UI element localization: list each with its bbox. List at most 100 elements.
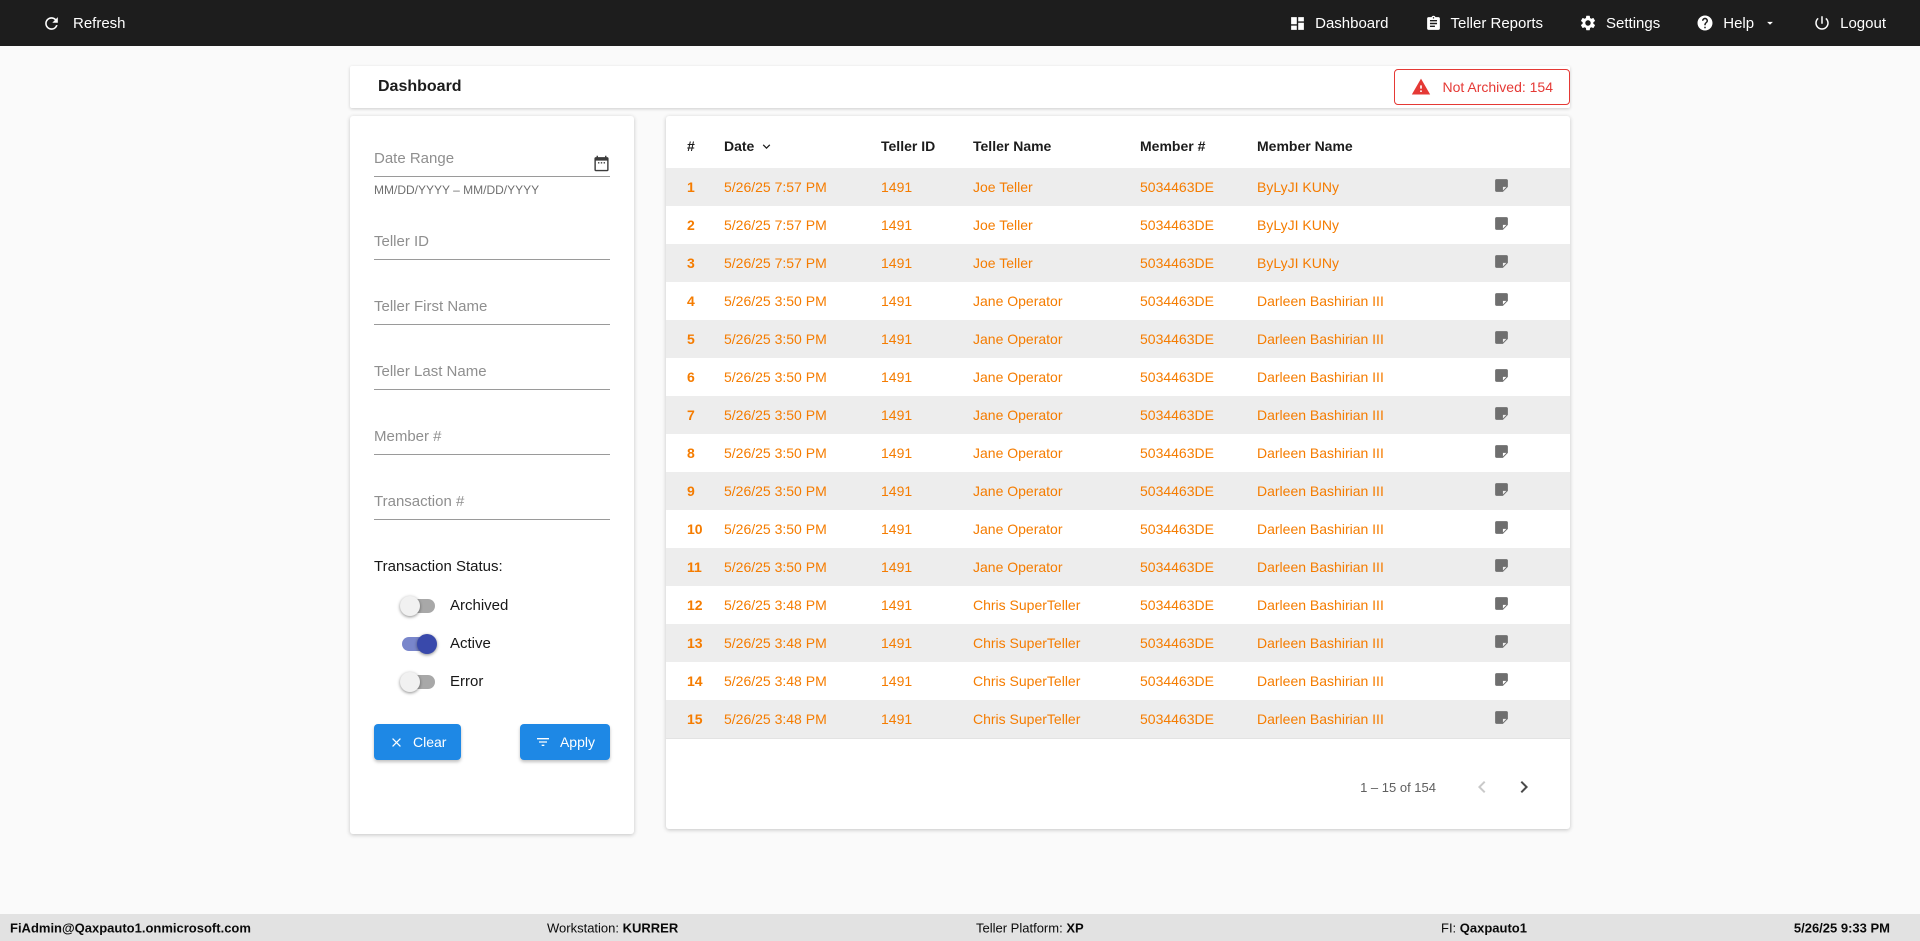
- cell-date: 5/26/25 3:50 PM: [724, 320, 881, 358]
- status-fi-value: Qaxpauto1: [1460, 920, 1527, 935]
- cell-notes: [1489, 206, 1570, 244]
- status-fi: FI: Qaxpauto1: [1441, 920, 1527, 935]
- toggle-active[interactable]: Active: [402, 635, 610, 652]
- transaction-row[interactable]: 6 5/26/25 3:50 PM 1491 Jane Operator 503…: [666, 358, 1570, 396]
- col-header-date[interactable]: Date: [724, 126, 881, 168]
- toggle-active-label: Active: [450, 635, 491, 652]
- teller-first-name-input[interactable]: [374, 298, 610, 324]
- next-page-button[interactable]: [1512, 775, 1536, 799]
- cell-row-number: 9: [666, 472, 724, 510]
- status-workstation: Workstation: KURRER: [547, 920, 678, 935]
- cell-member-name: Darleen Bashirian III: [1257, 510, 1489, 548]
- transaction-row[interactable]: 2 5/26/25 7:57 PM 1491 Joe Teller 503446…: [666, 206, 1570, 244]
- cell-date: 5/26/25 3:50 PM: [724, 472, 881, 510]
- nav-help[interactable]: Help: [1696, 14, 1777, 32]
- transaction-row[interactable]: 1 5/26/25 7:57 PM 1491 Joe Teller 503446…: [666, 168, 1570, 206]
- cell-date: 5/26/25 3:48 PM: [724, 662, 881, 700]
- transaction-row[interactable]: 12 5/26/25 3:48 PM 1491 Chris SuperTelle…: [666, 586, 1570, 624]
- transaction-row[interactable]: 3 5/26/25 7:57 PM 1491 Joe Teller 503446…: [666, 244, 1570, 282]
- cell-date: 5/26/25 7:57 PM: [724, 168, 881, 206]
- clear-button[interactable]: Clear: [374, 724, 461, 760]
- cell-row-number: 6: [666, 358, 724, 396]
- transaction-row[interactable]: 13 5/26/25 3:48 PM 1491 Chris SuperTelle…: [666, 624, 1570, 662]
- nav-teller-reports-label: Teller Reports: [1451, 15, 1544, 32]
- nav-settings[interactable]: Settings: [1579, 14, 1660, 32]
- transaction-row[interactable]: 4 5/26/25 3:50 PM 1491 Jane Operator 503…: [666, 282, 1570, 320]
- transaction-row[interactable]: 10 5/26/25 3:50 PM 1491 Jane Operator 50…: [666, 510, 1570, 548]
- help-icon: [1696, 14, 1714, 32]
- note-icon[interactable]: [1493, 557, 1510, 574]
- cell-notes: [1489, 624, 1570, 662]
- status-platform-value: XP: [1066, 920, 1083, 935]
- cell-date: 5/26/25 3:48 PM: [724, 624, 881, 662]
- cell-member-name: ByLyJI KUNy: [1257, 244, 1489, 282]
- cell-member-name: Darleen Bashirian III: [1257, 320, 1489, 358]
- nav-dashboard[interactable]: Dashboard: [1289, 15, 1388, 32]
- toggle-error-label: Error: [450, 673, 483, 690]
- date-range-input[interactable]: [374, 150, 593, 176]
- note-icon[interactable]: [1493, 709, 1510, 726]
- cell-teller-name: Jane Operator: [973, 510, 1140, 548]
- teller-id-input[interactable]: [374, 233, 610, 259]
- cell-member-name: Darleen Bashirian III: [1257, 434, 1489, 472]
- toggle-error[interactable]: Error: [402, 673, 610, 690]
- warning-icon: [1411, 77, 1431, 97]
- cell-member-number: 5034463DE: [1140, 206, 1257, 244]
- nav-teller-reports[interactable]: Teller Reports: [1425, 15, 1544, 32]
- cell-notes: [1489, 662, 1570, 700]
- toggle-archived[interactable]: Archived: [402, 597, 610, 614]
- cell-teller-name: Jane Operator: [973, 472, 1140, 510]
- transaction-number-input[interactable]: [374, 493, 610, 519]
- cell-notes: [1489, 396, 1570, 434]
- note-icon[interactable]: [1493, 215, 1510, 232]
- note-icon[interactable]: [1493, 405, 1510, 422]
- note-icon[interactable]: [1493, 367, 1510, 384]
- cell-date: 5/26/25 3:50 PM: [724, 434, 881, 472]
- note-icon[interactable]: [1493, 595, 1510, 612]
- transaction-row[interactable]: 14 5/26/25 3:48 PM 1491 Chris SuperTelle…: [666, 662, 1570, 700]
- cell-row-number: 15: [666, 700, 724, 738]
- note-icon[interactable]: [1493, 329, 1510, 346]
- previous-page-button[interactable]: [1470, 775, 1494, 799]
- transaction-row[interactable]: 7 5/26/25 3:50 PM 1491 Jane Operator 503…: [666, 396, 1570, 434]
- transaction-row[interactable]: 8 5/26/25 3:50 PM 1491 Jane Operator 503…: [666, 434, 1570, 472]
- transaction-row[interactable]: 11 5/26/25 3:50 PM 1491 Jane Operator 50…: [666, 548, 1570, 586]
- transaction-row[interactable]: 15 5/26/25 3:48 PM 1491 Chris SuperTelle…: [666, 700, 1570, 738]
- apply-button[interactable]: Apply: [520, 724, 610, 760]
- cell-row-number: 10: [666, 510, 724, 548]
- note-icon[interactable]: [1493, 177, 1510, 194]
- cell-teller-id: 1491: [881, 282, 973, 320]
- cell-member-name: Darleen Bashirian III: [1257, 586, 1489, 624]
- not-archived-alert[interactable]: Not Archived: 154: [1394, 69, 1570, 105]
- transaction-row[interactable]: 5 5/26/25 3:50 PM 1491 Jane Operator 503…: [666, 320, 1570, 358]
- cell-teller-id: 1491: [881, 586, 973, 624]
- cell-member-number: 5034463DE: [1140, 282, 1257, 320]
- cell-date: 5/26/25 3:50 PM: [724, 358, 881, 396]
- transaction-row[interactable]: 9 5/26/25 3:50 PM 1491 Jane Operator 503…: [666, 472, 1570, 510]
- member-number-input[interactable]: [374, 428, 610, 454]
- cell-teller-id: 1491: [881, 662, 973, 700]
- calendar-icon[interactable]: [593, 155, 610, 172]
- nav-logout[interactable]: Logout: [1813, 14, 1886, 32]
- note-icon[interactable]: [1493, 633, 1510, 650]
- note-icon[interactable]: [1493, 519, 1510, 536]
- filter-actions: Clear Apply: [374, 724, 610, 760]
- cell-member-name: ByLyJI KUNy: [1257, 168, 1489, 206]
- teller-last-name-input[interactable]: [374, 363, 610, 389]
- cell-date: 5/26/25 7:57 PM: [724, 244, 881, 282]
- cell-date: 5/26/25 3:50 PM: [724, 548, 881, 586]
- cell-teller-name: Jane Operator: [973, 320, 1140, 358]
- cell-teller-name: Jane Operator: [973, 358, 1140, 396]
- toggle-error-track: [402, 675, 435, 689]
- cell-notes: [1489, 700, 1570, 738]
- cell-member-name: Darleen Bashirian III: [1257, 396, 1489, 434]
- table-body: 1 5/26/25 7:57 PM 1491 Joe Teller 503446…: [666, 168, 1570, 738]
- top-bar: Refresh Dashboard Teller Reports Setting…: [0, 0, 1920, 46]
- note-icon[interactable]: [1493, 253, 1510, 270]
- note-icon[interactable]: [1493, 291, 1510, 308]
- note-icon[interactable]: [1493, 671, 1510, 688]
- refresh-button[interactable]: Refresh: [42, 14, 126, 33]
- note-icon[interactable]: [1493, 481, 1510, 498]
- toggle-active-track: [402, 637, 435, 651]
- note-icon[interactable]: [1493, 443, 1510, 460]
